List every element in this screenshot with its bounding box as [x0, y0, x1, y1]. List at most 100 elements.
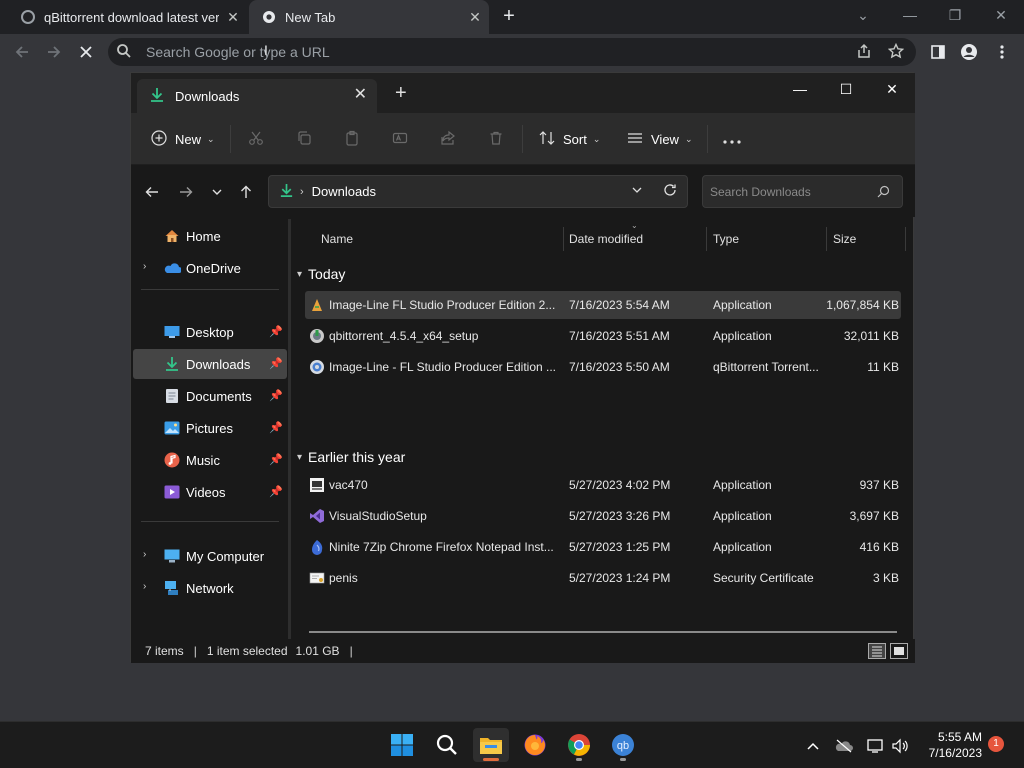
column-divider[interactable] — [563, 227, 564, 251]
back-icon[interactable] — [10, 40, 34, 64]
horizontal-scrollbar[interactable] — [309, 631, 897, 633]
tab-new-tab[interactable]: New Tab ✕ — [249, 0, 489, 34]
pin-icon[interactable]: 📌 — [269, 325, 283, 338]
start-button[interactable] — [384, 728, 420, 762]
cut-icon[interactable] — [245, 127, 267, 149]
explorer-new-tab-button[interactable]: + — [395, 83, 407, 103]
share-icon[interactable] — [856, 43, 874, 61]
expand-chevron-icon[interactable]: › — [143, 261, 146, 272]
file-name: VisualStudioSetup — [329, 509, 427, 523]
sort-button[interactable]: Sort ⌄ — [539, 125, 600, 153]
refresh-icon[interactable] — [663, 183, 677, 200]
stop-loading-icon[interactable] — [74, 40, 98, 64]
details-view-icon[interactable] — [868, 643, 886, 659]
explorer-close-button[interactable]: ✕ — [877, 77, 907, 101]
search-box[interactable] — [702, 175, 903, 208]
sidebar-item-videos[interactable]: Videos 📌 — [133, 477, 287, 507]
close-tab-icon[interactable]: ✕ — [467, 9, 483, 25]
sidebar-item-my-computer[interactable]: › My Computer — [133, 541, 287, 571]
up-arrow-icon[interactable] — [235, 181, 257, 203]
expand-chevron-icon[interactable]: › — [143, 549, 146, 560]
column-header-name[interactable]: Name — [321, 225, 353, 253]
taskbar-chrome[interactable] — [561, 728, 597, 762]
share-icon[interactable] — [437, 127, 459, 149]
taskbar-file-explorer[interactable] — [473, 728, 509, 762]
sidebar-item-pictures[interactable]: Pictures 📌 — [133, 413, 287, 443]
search-input[interactable] — [710, 184, 870, 199]
onedrive-offline-icon[interactable] — [834, 736, 854, 756]
column-header-size[interactable]: Size — [833, 225, 856, 253]
bookmark-star-icon[interactable] — [887, 42, 906, 61]
taskbar-firefox[interactable] — [517, 728, 553, 762]
column-divider[interactable] — [706, 227, 707, 251]
pin-icon[interactable]: 📌 — [269, 421, 283, 434]
chrome-menu-icon[interactable] — [990, 40, 1014, 64]
certificate-icon — [309, 572, 325, 584]
tab-qbittorrent[interactable]: qBittorrent download latest versi ✕ — [0, 0, 247, 34]
group-header-today[interactable]: ▾ Today — [297, 261, 345, 287]
group-header-earlier-this-year[interactable]: ▾ Earlier this year — [297, 444, 405, 470]
address-history-chevron-icon[interactable] — [631, 184, 643, 199]
pin-icon[interactable]: 📌 — [269, 453, 283, 466]
file-row[interactable]: Ninite 7Zip Chrome Firefox Notepad Inst.… — [305, 533, 901, 561]
copy-icon[interactable] — [293, 127, 315, 149]
more-options-button[interactable] — [723, 125, 741, 153]
tab-search-chevron-icon[interactable]: ⌄ — [849, 4, 877, 26]
file-row[interactable]: Image-Line - FL Studio Producer Edition … — [305, 353, 901, 381]
profile-avatar-icon[interactable] — [957, 40, 981, 64]
close-tab-icon[interactable]: ✕ — [354, 87, 367, 103]
taskbar-search-button[interactable] — [429, 728, 465, 762]
new-button[interactable]: New ⌄ — [151, 125, 215, 153]
clock[interactable]: 5:55 AM 7/16/2023 — [929, 729, 982, 761]
pin-icon[interactable]: 📌 — [269, 357, 283, 370]
file-row[interactable]: vac470 5/27/2023 4:02 PM Application 937… — [305, 471, 901, 499]
explorer-tab-downloads[interactable]: Downloads ✕ — [137, 79, 377, 113]
sidebar-item-home[interactable]: Home — [133, 221, 287, 251]
breadcrumb-downloads[interactable]: Downloads — [312, 184, 376, 199]
sidebar-item-music[interactable]: Music 📌 — [133, 445, 287, 475]
delete-icon[interactable] — [485, 127, 507, 149]
explorer-maximize-button[interactable]: ☐ — [831, 77, 861, 101]
close-tab-icon[interactable]: ✕ — [225, 9, 241, 25]
minimize-button[interactable]: — — [896, 4, 924, 26]
forward-icon[interactable] — [42, 40, 66, 64]
taskbar-qbittorrent[interactable]: qb — [605, 728, 641, 762]
expand-chevron-icon[interactable]: › — [143, 581, 146, 592]
file-row[interactable]: VisualStudioSetup 5/27/2023 3:26 PM Appl… — [305, 502, 901, 530]
pin-icon[interactable]: 📌 — [269, 389, 283, 402]
show-hidden-icons-chevron-icon[interactable] — [803, 736, 823, 756]
back-arrow-icon[interactable] — [141, 181, 163, 203]
notification-badge[interactable]: 1 — [988, 736, 1004, 752]
omnibox-input[interactable] — [146, 44, 746, 60]
large-icons-view-icon[interactable] — [890, 643, 908, 659]
command-bar: New ⌄ Sort ⌄ View ⌄ — [131, 113, 915, 165]
new-tab-button[interactable]: + — [498, 6, 520, 28]
close-window-button[interactable]: ✕ — [987, 4, 1015, 26]
volume-icon[interactable] — [890, 736, 910, 756]
file-row[interactable]: qbittorrent_4.5.4_x64_setup 7/16/2023 5:… — [305, 322, 901, 350]
network-monitor-icon[interactable] — [866, 736, 886, 756]
column-divider[interactable] — [826, 227, 827, 251]
sidebar-item-downloads[interactable]: Downloads 📌 — [133, 349, 287, 379]
active-indicator — [483, 758, 499, 761]
file-row[interactable]: penis 5/27/2023 1:24 PM Security Certifi… — [305, 564, 901, 592]
sidebar-item-onedrive[interactable]: › OneDrive — [133, 253, 287, 283]
recent-locations-chevron-icon[interactable] — [206, 181, 228, 203]
rename-icon[interactable] — [389, 127, 411, 149]
forward-arrow-icon[interactable] — [175, 181, 197, 203]
selection-size: 1.01 GB — [295, 644, 340, 658]
sidebar-item-network[interactable]: › Network — [133, 573, 287, 603]
address-bar[interactable]: › Downloads — [268, 175, 688, 208]
side-panel-icon[interactable] — [926, 40, 950, 64]
restore-button[interactable]: ❐ — [941, 4, 969, 26]
column-divider[interactable] — [905, 227, 906, 251]
view-button[interactable]: View ⌄ — [627, 125, 693, 153]
sidebar-item-desktop[interactable]: Desktop 📌 — [133, 317, 287, 347]
explorer-minimize-button[interactable]: — — [785, 77, 815, 101]
paste-icon[interactable] — [341, 127, 363, 149]
pin-icon[interactable]: 📌 — [269, 485, 283, 498]
column-header-type[interactable]: Type — [713, 225, 739, 253]
sidebar-item-documents[interactable]: Documents 📌 — [133, 381, 287, 411]
file-row[interactable]: Image-Line FL Studio Producer Edition 2.… — [305, 291, 901, 319]
omnibox[interactable] — [108, 38, 916, 66]
